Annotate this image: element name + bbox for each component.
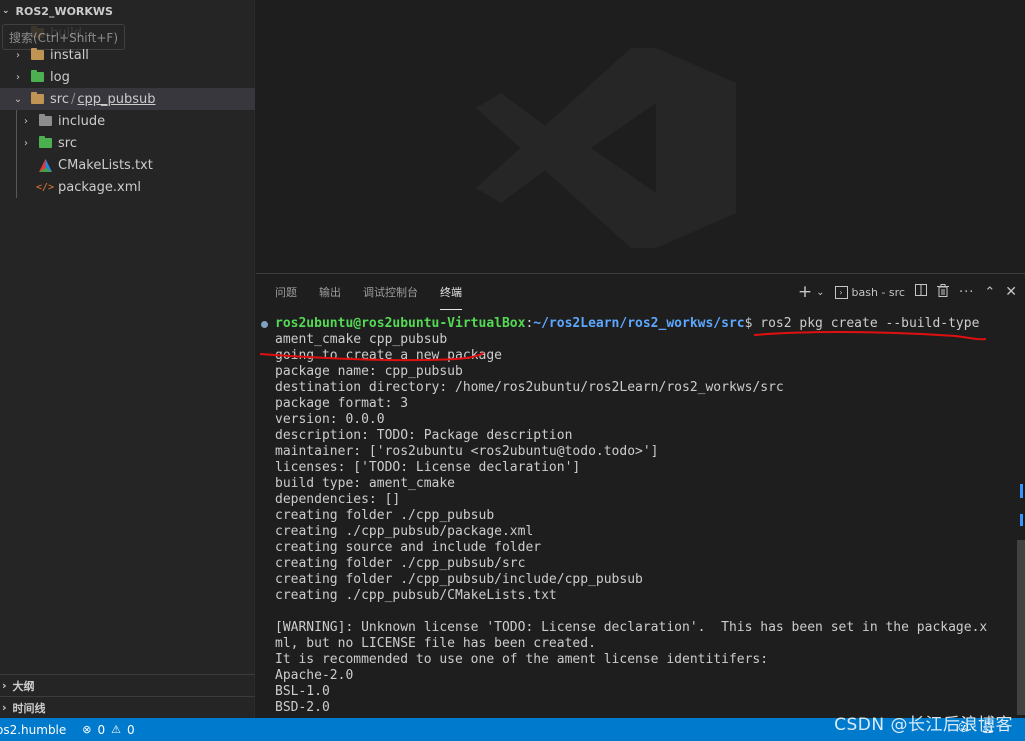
terminal-line: dependencies: [] bbox=[275, 492, 401, 507]
tree-item-label: log bbox=[50, 69, 70, 85]
error-icon: ⊗ bbox=[82, 723, 92, 736]
chevron-right-icon: › bbox=[16, 71, 20, 83]
chevron-right-icon: › bbox=[16, 49, 20, 61]
terminal-line: BSL-1.0 bbox=[275, 684, 330, 699]
workspace-root-title: ROS2_WORKWS bbox=[15, 4, 113, 18]
folder-open-icon bbox=[30, 92, 44, 106]
terminal-line: licenses: ['TODO: License declaration'] bbox=[275, 460, 581, 475]
terminal-line: going to create a new package bbox=[275, 348, 502, 363]
chevron-right-icon: › bbox=[2, 701, 7, 714]
more-actions-icon[interactable]: ··· bbox=[959, 285, 974, 300]
tab-problems[interactable]: 问题 bbox=[275, 274, 297, 310]
terminal-line: description: TODO: Package description bbox=[275, 428, 573, 443]
timeline-label: 时间线 bbox=[12, 701, 46, 715]
terminal-line: creating ./cpp_pubsub/package.xml bbox=[275, 524, 534, 539]
terminal-line: package name: cpp_pubsub bbox=[275, 364, 463, 379]
tree-item-src-cpp-pubsub[interactable]: ⌄ src / cpp_pubsub bbox=[0, 88, 255, 110]
chevron-down-icon: ⌄ bbox=[13, 93, 23, 105]
terminal-line: [WARNING]: Unknown license 'TODO: Licens… bbox=[275, 620, 988, 635]
maximize-panel-icon[interactable]: ⌃ bbox=[984, 285, 995, 300]
terminal-scrollbar[interactable] bbox=[1017, 540, 1025, 715]
folder-icon bbox=[30, 48, 44, 62]
tree-item-label: src bbox=[58, 135, 77, 151]
chevron-right-icon: › bbox=[24, 115, 28, 127]
chevron-right-icon: › bbox=[24, 137, 28, 149]
terminal-line: creating source and include folder bbox=[275, 540, 542, 555]
chevron-down-icon[interactable]: ⌄ bbox=[816, 287, 824, 298]
tree-item-include[interactable]: › include bbox=[0, 110, 255, 132]
outline-section-header[interactable]: › 大纲 bbox=[0, 674, 255, 696]
terminal-output[interactable]: ros2ubuntu@ros2ubuntu-VirtualBox:~/ros2L… bbox=[261, 316, 1015, 716]
scrollbar-marker bbox=[1020, 484, 1023, 498]
terminal-line: version: 0.0.0 bbox=[275, 412, 385, 427]
tab-debug-console[interactable]: 调试控制台 bbox=[363, 274, 418, 310]
panel-tabs: 问题 输出 调试控制台 终端 bbox=[275, 274, 484, 310]
terminal-selector[interactable]: › bash - src bbox=[834, 285, 905, 299]
terminal-line: ament_cmake cpp_pubsub bbox=[275, 332, 448, 347]
xml-icon: </> bbox=[35, 181, 55, 193]
command-decoration-icon bbox=[261, 321, 268, 328]
terminal-line: package format: 3 bbox=[275, 396, 409, 411]
terminal-line: creating ./cpp_pubsub/CMakeLists.txt bbox=[275, 588, 557, 603]
tree-item-label: src bbox=[50, 91, 69, 107]
panel-actions: + ⌄ › bash - src ··· ⌃ ✕ bbox=[798, 274, 1017, 310]
terminal-line: It is recommended to use one of the amen… bbox=[275, 652, 769, 667]
src-folder-icon bbox=[38, 136, 52, 150]
tree-item-label-compact[interactable]: cpp_pubsub bbox=[77, 92, 155, 107]
chevron-down-icon: ⌄ bbox=[2, 6, 10, 16]
terminal-line: creating folder ./cpp_pubsub/include/cpp… bbox=[275, 572, 643, 587]
terminal-line: Apache-2.0 bbox=[275, 668, 354, 683]
error-count: 0 bbox=[97, 722, 106, 737]
tree-item-package-xml[interactable]: </> package.xml bbox=[0, 176, 255, 198]
tab-terminal[interactable]: 终端 bbox=[440, 274, 462, 310]
csdn-watermark: CSDN @长江后浪博客 bbox=[834, 715, 1013, 735]
new-terminal-button[interactable]: + bbox=[798, 282, 812, 302]
terminal-line: build type: ament_cmake bbox=[275, 476, 456, 491]
timeline-section-header[interactable]: › 时间线 bbox=[0, 696, 255, 718]
split-terminal-icon[interactable] bbox=[914, 284, 927, 300]
scrollbar-marker bbox=[1020, 514, 1023, 526]
include-folder-icon bbox=[38, 114, 52, 128]
terminal-line: maintainer: ['ros2ubuntu <ros2ubuntu@tod… bbox=[275, 444, 659, 459]
cmake-icon bbox=[38, 158, 52, 172]
workspace-root-header[interactable]: ⌄ ROS2_WORKWS bbox=[0, 0, 255, 22]
bottom-panel: 问题 输出 调试控制台 终端 + ⌄ › bash - src ··· ⌃ ✕ … bbox=[256, 273, 1025, 718]
outline-label: 大纲 bbox=[12, 679, 35, 693]
tree-item-cmakelists[interactable]: CMakeLists.txt bbox=[0, 154, 255, 176]
prompt-command: ros2 pkg create --build-type bbox=[760, 316, 980, 331]
terminal-name: bash - src bbox=[851, 285, 905, 299]
terminal-icon: › bbox=[834, 285, 848, 299]
tab-output[interactable]: 输出 bbox=[319, 274, 341, 310]
explorer-sidebar: ⌄ ROS2_WORKWS › build 搜索(Ctrl+Shift+F) ›… bbox=[0, 0, 255, 718]
tree-item-label: CMakeLists.txt bbox=[58, 157, 153, 173]
tree-item-label: package.xml bbox=[58, 179, 141, 195]
tree-item-label: include bbox=[58, 113, 106, 129]
terminal-prompt-line: ros2ubuntu@ros2ubuntu-VirtualBox:~/ros2L… bbox=[275, 316, 1015, 332]
tree-item-src[interactable]: › src bbox=[0, 132, 255, 154]
chevron-right-icon: › bbox=[2, 679, 7, 692]
close-icon[interactable]: ✕ bbox=[1005, 284, 1017, 300]
prompt-user: ros2ubuntu@ros2ubuntu-VirtualBox bbox=[275, 316, 526, 331]
terminal-line: creating folder ./cpp_pubsub/src bbox=[275, 556, 526, 571]
trash-icon[interactable] bbox=[936, 283, 949, 301]
warning-count: 0 bbox=[127, 722, 135, 737]
path-separator: / bbox=[70, 91, 76, 107]
tree-item-install[interactable]: › install bbox=[0, 44, 255, 66]
tree-item-log[interactable]: › log bbox=[0, 66, 255, 88]
warning-icon: ⚠ bbox=[111, 723, 122, 736]
terminal-line: destination directory: /home/ros2ubuntu/… bbox=[275, 380, 784, 395]
terminal-lines: ament_cmake cpp_pubsub going to create a … bbox=[275, 332, 1015, 716]
terminal-line: creating folder ./cpp_pubsub bbox=[275, 508, 495, 523]
tree-item-label: install bbox=[50, 47, 89, 63]
log-folder-icon bbox=[30, 70, 44, 84]
prompt-symbol: $ bbox=[744, 316, 761, 331]
prompt-path: ~/ros2Learn/ros2_workws/src bbox=[533, 316, 745, 331]
status-problems[interactable]: ⊗ 0 ⚠ 0 bbox=[82, 723, 134, 737]
vscode-logo-icon bbox=[476, 48, 736, 248]
editor-area bbox=[256, 0, 1025, 273]
status-branch[interactable]: os2.humble bbox=[0, 723, 66, 737]
terminal-line: ml, but no LICENSE file has been created… bbox=[275, 636, 596, 651]
